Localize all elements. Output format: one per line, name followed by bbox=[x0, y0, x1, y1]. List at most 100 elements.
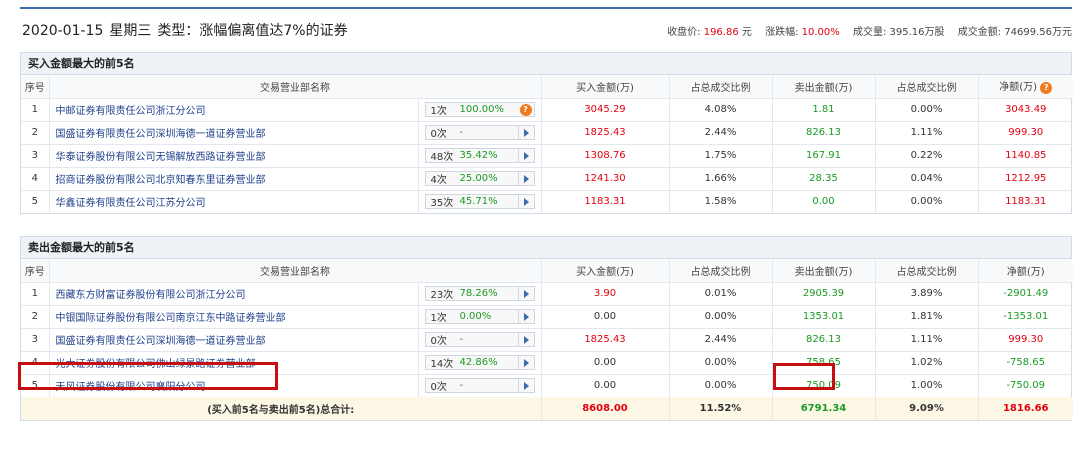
count-widget[interactable]: 1次 0.00% bbox=[424, 309, 535, 324]
count-times: 35次 bbox=[430, 198, 454, 210]
total-sell: 6791.34 bbox=[772, 397, 876, 420]
expand-arrow-icon[interactable] bbox=[517, 333, 534, 346]
branch-link[interactable]: 天风证券股份有限公司襄阳分公司 bbox=[56, 382, 206, 393]
flag-badge[interactable]: ? bbox=[519, 103, 532, 116]
count-rate: 78.26% bbox=[459, 288, 498, 299]
col-name: 交易营业部名称 bbox=[49, 75, 542, 99]
count-rate: 45.71% bbox=[459, 196, 498, 208]
net-amount: 1140.85 bbox=[978, 144, 1073, 168]
branch-name-cell: 华鑫证券有限责任公司江苏分公司 bbox=[49, 190, 419, 213]
buy-section-title: 买入金额最大的前5名 bbox=[21, 53, 1071, 75]
count-times: 4次 bbox=[430, 175, 447, 186]
expand-arrow-icon[interactable] bbox=[517, 149, 534, 162]
net-amount: 3043.49 bbox=[978, 98, 1073, 122]
expand-arrow-icon[interactable] bbox=[517, 379, 534, 393]
sell-ratio: 0.00% bbox=[875, 98, 979, 122]
branch-link[interactable]: 西藏东方财富证券股份有限公司浙江分公司 bbox=[56, 290, 246, 301]
count-rate: - bbox=[459, 334, 464, 345]
stock-header: 2020-01-15 星期三 类型：涨幅偏离值达7%的证券 收盘价: 196.86 … bbox=[0, 14, 1080, 46]
buy-ratio: 4.08% bbox=[669, 98, 773, 122]
buy-amount: 0.00 bbox=[541, 374, 670, 397]
count-widget[interactable]: 48次 35.42% bbox=[424, 148, 535, 163]
count-widget[interactable]: 0次 - bbox=[424, 332, 535, 347]
branch-link[interactable]: 中银国际证券股份有限公司南京江东中路证券营业部 bbox=[56, 313, 286, 324]
expand-arrow-icon[interactable] bbox=[517, 356, 534, 369]
close-value: 196.86 bbox=[703, 27, 739, 38]
sell-header-row: 序号 交易营业部名称 买入金额(万) 占总成交比例 卖出金额(万) 占总成交比例… bbox=[21, 259, 1073, 283]
count-times: 1次 bbox=[430, 106, 447, 117]
help-badge-icon[interactable]: ? bbox=[1040, 82, 1053, 95]
sell-ratio: 1.00% bbox=[875, 374, 979, 397]
total-buy-pct: 11.52% bbox=[669, 397, 773, 420]
close-label: 收盘价: bbox=[667, 27, 701, 38]
count-cell: 48次 35.42% bbox=[418, 144, 542, 168]
count-cell: 0次 - bbox=[418, 121, 542, 145]
amount-label: 成交金额: bbox=[957, 27, 1002, 38]
branch-name-cell: 西藏东方财富证券股份有限公司浙江分公司 bbox=[49, 282, 419, 306]
buy-ratio: 0.01% bbox=[669, 282, 773, 306]
branch-link[interactable]: 华鑫证券有限责任公司江苏分公司 bbox=[56, 198, 206, 209]
net-amount: 1183.31 bbox=[1005, 196, 1047, 208]
count-widget[interactable]: 4次 25.00% bbox=[424, 171, 535, 186]
net-amount: 999.30 bbox=[978, 121, 1073, 145]
header-date: 2020-01-15 bbox=[22, 23, 104, 39]
header-stats: 收盘价: 196.86 元 涨跌幅: 10.00% 成交量: 395.16万股 … bbox=[667, 23, 1072, 38]
total-net: 1816.66 bbox=[978, 397, 1073, 420]
sell-ratio: 0.04% bbox=[875, 167, 979, 191]
buy-ratio: 1.66% bbox=[669, 167, 773, 191]
sell-table: 序号 交易营业部名称 买入金额(万) 占总成交比例 卖出金额(万) 占总成交比例… bbox=[21, 259, 1073, 420]
count-widget[interactable]: 1次 100.00%? bbox=[424, 102, 535, 117]
count-cell: 4次 25.00% bbox=[418, 167, 542, 191]
table-row: 4 招商证券股份有限公司北京知春东里证券营业部 4次 25.00% 1241.30 1.6… bbox=[21, 167, 1073, 191]
expand-arrow-icon[interactable] bbox=[517, 172, 534, 185]
sell-amount: 167.91 bbox=[772, 144, 876, 168]
count-widget[interactable]: 0次 - bbox=[424, 125, 535, 140]
branch-link[interactable]: 光大证券股份有限公司佛山绿景路证券营业部 bbox=[56, 359, 256, 370]
row-index: 1 bbox=[21, 98, 50, 122]
buy-ratio: 2.44% bbox=[669, 328, 773, 352]
expand-arrow-icon[interactable] bbox=[517, 126, 534, 139]
col-buy: 买入金额(万) bbox=[541, 75, 670, 99]
change-label: 涨跌幅: bbox=[765, 27, 799, 38]
row-index: 3 bbox=[21, 144, 50, 168]
sell-section-title: 卖出金额最大的前5名 bbox=[21, 237, 1071, 259]
count-cell: 14次 42.86% bbox=[418, 351, 542, 375]
close-unit: 元 bbox=[741, 27, 752, 38]
branch-name-cell: 光大证券股份有限公司佛山绿景路证券营业部 bbox=[49, 351, 419, 375]
count-times: 1次 bbox=[430, 313, 447, 324]
sell-amount: 1353.01 bbox=[772, 305, 876, 329]
col-sell: 卖出金额(万) bbox=[772, 75, 876, 99]
buy-amount: 1183.31 bbox=[541, 190, 670, 213]
table-row: 5 华鑫证券有限责任公司江苏分公司 35次 45.71% 1183.31 1.58% 0.0… bbox=[21, 190, 1073, 213]
sell-panel: 卖出金额最大的前5名 序号 交易营业部名称 买入金额(万) 占总成交比例 卖出金… bbox=[20, 236, 1073, 421]
branch-link[interactable]: 招商证券股份有限公司北京知春东里证券营业部 bbox=[56, 175, 266, 186]
col-net: 净额(万) ? bbox=[978, 75, 1073, 99]
count-times: 48次 bbox=[430, 152, 454, 163]
expand-arrow-icon[interactable] bbox=[517, 287, 534, 300]
table-row: 2 国盛证券有限责任公司深圳海德一道证券营业部 0次 - 1825.43 2.44% 826… bbox=[21, 121, 1073, 145]
buy-amount: 3.90 bbox=[541, 282, 670, 306]
branch-link[interactable]: 华泰证券股份有限公司无锡解放西路证券营业部 bbox=[56, 152, 266, 163]
buy-amount: 1825.43 bbox=[541, 328, 670, 352]
count-widget[interactable]: 0次 - bbox=[424, 378, 535, 394]
flag-icon[interactable]: ? bbox=[518, 103, 534, 116]
branch-link[interactable]: 国盛证券有限责任公司深圳海德一道证券营业部 bbox=[56, 129, 266, 140]
branch-link[interactable]: 中邮证券有限责任公司浙江分公司 bbox=[56, 106, 206, 117]
count-widget[interactable]: 14次 42.86% bbox=[424, 355, 535, 370]
sell-ratio: 1.02% bbox=[875, 351, 979, 375]
col-buy: 买入金额(万) bbox=[541, 259, 670, 283]
row-index: 1 bbox=[21, 282, 50, 306]
count-widget[interactable]: 35次 45.71% bbox=[424, 194, 535, 210]
expand-arrow-icon[interactable] bbox=[517, 310, 534, 323]
branch-name-cell: 华泰证券股份有限公司无锡解放西路证券营业部 bbox=[49, 144, 419, 168]
row-index: 5 bbox=[21, 190, 50, 213]
buy-table: 序号 交易营业部名称 买入金额(万) 占总成交比例 卖出金额(万) 占总成交比例… bbox=[21, 75, 1073, 213]
count-widget[interactable]: 23次 78.26% bbox=[424, 286, 535, 301]
buy-panel: 买入金额最大的前5名 序号 交易营业部名称 买入金额(万) 占总成交比例 卖出金… bbox=[20, 52, 1073, 214]
count-times: 23次 bbox=[430, 290, 454, 301]
count-cell: 1次 0.00% bbox=[418, 305, 542, 329]
buy-ratio: 0.00% bbox=[669, 305, 773, 329]
expand-arrow-icon[interactable] bbox=[517, 195, 534, 209]
total-row: (买入前5名与卖出前5名)总合计: 8608.00 11.52% 6791.34… bbox=[21, 397, 1073, 420]
branch-link[interactable]: 国盛证券有限责任公司深圳海德一道证券营业部 bbox=[56, 336, 266, 347]
